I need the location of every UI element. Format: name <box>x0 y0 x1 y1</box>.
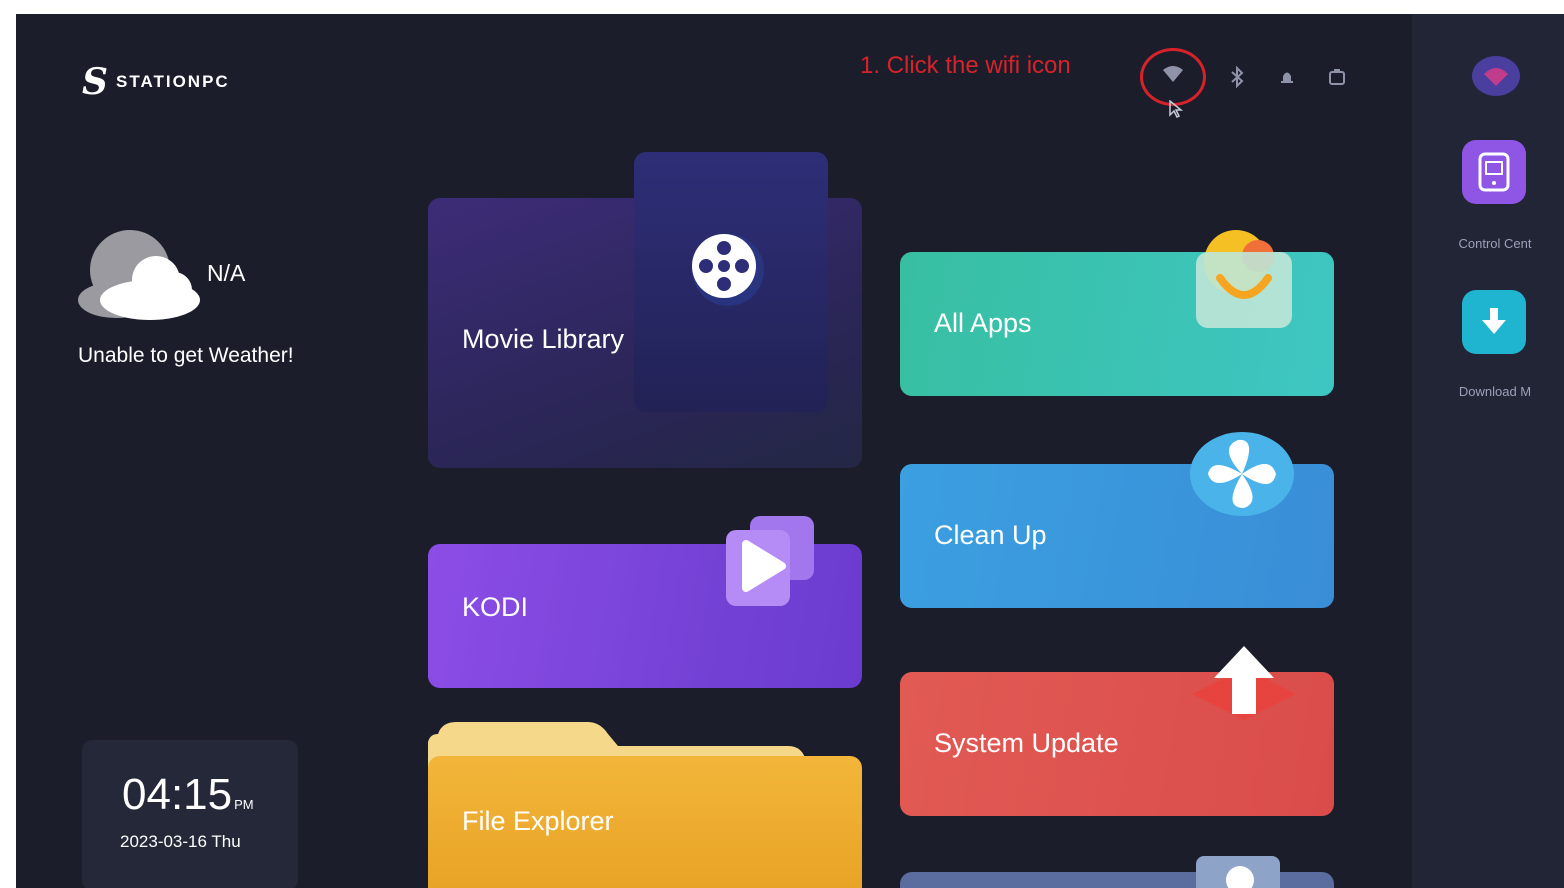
notification-icon[interactable] <box>1280 68 1294 91</box>
logo-mark: S <box>82 61 108 103</box>
control-center-button[interactable] <box>1462 140 1526 204</box>
all-apps-label: All Apps <box>934 308 1032 338</box>
movie-poster-card <box>634 152 828 412</box>
system-update-label: System Update <box>934 728 1119 758</box>
download-icon <box>1480 306 1508 343</box>
wifi-icon[interactable] <box>1162 64 1184 89</box>
kodi-label: KODI <box>462 592 529 622</box>
clock-time-value: 04:15 <box>122 770 233 819</box>
brand-logo: S STATIONPC <box>82 64 230 100</box>
clock-ampm: PM <box>234 797 254 812</box>
profile-avatar-icon[interactable] <box>1470 54 1522 103</box>
bluetooth-icon[interactable] <box>1230 65 1244 93</box>
download-manager-label: Download M <box>1458 384 1532 399</box>
control-center-icon <box>1478 152 1510 197</box>
control-center-label: Control Cent <box>1458 236 1532 251</box>
movie-library-label: Movie Library <box>462 324 625 354</box>
download-manager-button[interactable] <box>1462 290 1526 354</box>
upload-arrow-icon <box>1188 640 1300 735</box>
kodi-play-icon <box>716 516 816 613</box>
tutorial-annotation: 1. Click the wifi icon <box>860 52 1071 79</box>
cursor-icon <box>1168 99 1184 123</box>
clock-date: 2023-03-16 Thu <box>120 832 241 851</box>
fan-icon <box>1188 430 1296 523</box>
logo-text: STATIONPC <box>116 72 230 91</box>
weather-cloud-icon <box>76 220 204 320</box>
status-bar <box>1140 48 1370 119</box>
file-explorer-label: File Explorer <box>462 806 614 836</box>
weather-temperature: N/A <box>207 260 246 286</box>
launcher-screen: S STATIONPC 1. Click the wifi icon N/A U… <box>16 14 1564 888</box>
weather-message: Unable to get Weather! <box>78 344 294 367</box>
app-store-bag-icon <box>1192 228 1296 337</box>
storage-icon[interactable] <box>1328 68 1346 91</box>
settings-gear-icon <box>1188 850 1288 888</box>
clock-time: 04:15 PM <box>122 770 254 820</box>
clock-widget: 04:15 PM 2023-03-16 Thu <box>82 740 298 888</box>
film-reel-icon <box>684 232 774 317</box>
file-explorer-tile[interactable]: File Explorer <box>428 756 862 888</box>
clean-up-label: Clean Up <box>934 520 1047 550</box>
